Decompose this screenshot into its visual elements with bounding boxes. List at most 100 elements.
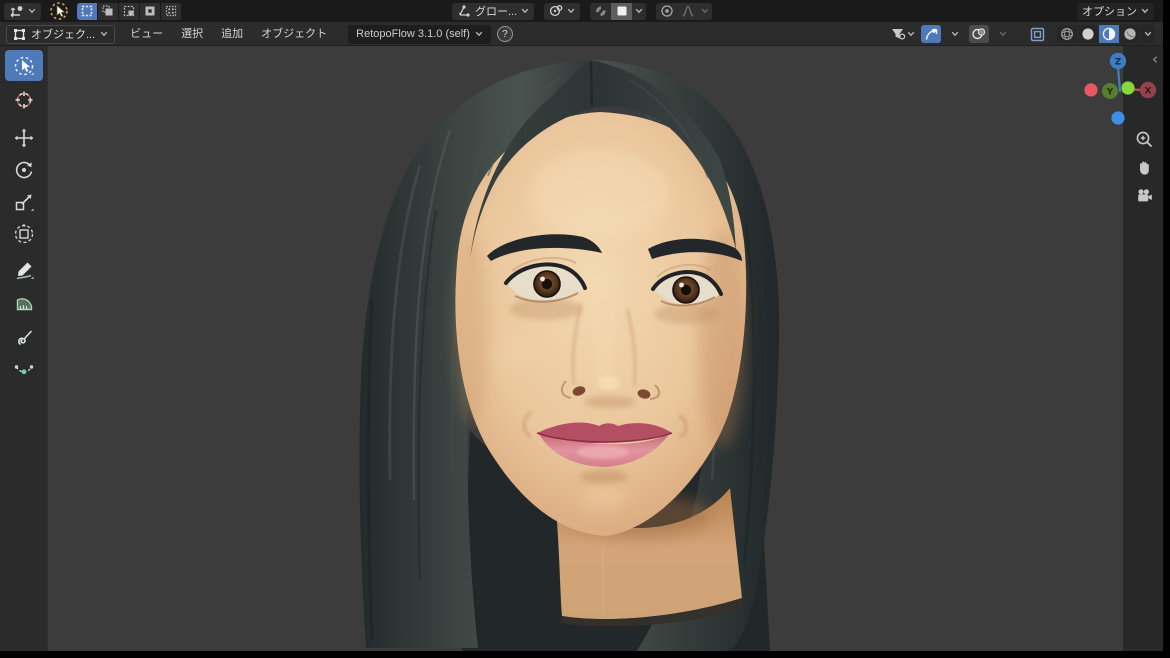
gizmo-ball-x-neg[interactable] bbox=[1084, 83, 1097, 96]
proportional-toggle-button[interactable] bbox=[656, 3, 677, 20]
proportional-editing-group bbox=[656, 3, 712, 20]
xray-toggle[interactable] bbox=[1027, 25, 1047, 43]
object-visibility-dropdown[interactable] bbox=[888, 25, 917, 43]
options-dropdown[interactable]: オプション bbox=[1077, 3, 1154, 20]
tool-shelf bbox=[0, 46, 48, 651]
select-mode-invert[interactable] bbox=[140, 3, 160, 20]
magnet-icon bbox=[594, 4, 608, 18]
pivot-point-icon bbox=[549, 4, 563, 18]
viewport-header: オブジェク... ビュー 選択 追加 オブジェクト RetopoFlow 3.1… bbox=[0, 22, 1163, 46]
mode-label: オブジェク... bbox=[31, 26, 95, 42]
snap-target-button[interactable] bbox=[611, 3, 632, 20]
gizmo-axis-z-pos[interactable]: Z bbox=[1110, 53, 1126, 69]
snap-dropdown[interactable] bbox=[632, 3, 646, 20]
chevron-down-icon bbox=[1144, 31, 1152, 37]
shading-solid-button[interactable] bbox=[1078, 25, 1098, 43]
tool-select-box[interactable] bbox=[5, 50, 43, 81]
gizmo-icon bbox=[924, 27, 939, 42]
chevron-down-icon bbox=[475, 31, 483, 37]
shading-material-preview-button[interactable] bbox=[1099, 25, 1119, 43]
material-preview-shading-icon bbox=[1102, 27, 1116, 41]
topbar: グロー... bbox=[0, 0, 1163, 22]
camera-icon bbox=[1135, 187, 1153, 205]
chevron-down-icon bbox=[100, 31, 108, 37]
retopoflow-label: RetopoFlow 3.1.0 (self) bbox=[356, 28, 470, 40]
solid-shading-icon bbox=[1081, 27, 1095, 41]
rotate-tool-icon bbox=[13, 159, 35, 181]
select-extend-icon bbox=[102, 5, 114, 17]
gizmo-ball-y-front[interactable] bbox=[1121, 81, 1134, 94]
editor-type-selector[interactable] bbox=[4, 3, 41, 20]
object-mode-icon bbox=[13, 28, 26, 41]
gizmo-axis-x-pos[interactable]: X bbox=[1140, 82, 1156, 98]
shading-wireframe-button[interactable] bbox=[1057, 25, 1077, 43]
tool-rotate[interactable] bbox=[5, 154, 43, 185]
tool-cursor[interactable] bbox=[5, 84, 43, 115]
gizmo-ball-z-neg[interactable] bbox=[1111, 111, 1124, 124]
editor-type-icon bbox=[9, 5, 24, 18]
select-mode-subtract[interactable] bbox=[119, 3, 139, 20]
rendered-shading-icon bbox=[1123, 27, 1137, 41]
select-invert-icon bbox=[144, 5, 156, 17]
cursor-tool-icon bbox=[13, 89, 35, 111]
overlays-dropdown[interactable] bbox=[993, 25, 1013, 43]
snap-group bbox=[590, 3, 646, 20]
chevron-down-icon bbox=[28, 8, 36, 14]
select-mode-set[interactable] bbox=[77, 3, 97, 20]
svg-text:X: X bbox=[1145, 86, 1152, 96]
svg-text:Z: Z bbox=[1115, 57, 1122, 67]
tool-measure[interactable] bbox=[5, 286, 43, 317]
overlays-toggle[interactable] bbox=[969, 25, 989, 43]
pan-button[interactable] bbox=[1131, 154, 1157, 180]
retopoflow-help-button[interactable]: ? bbox=[497, 26, 513, 42]
select-mode-extend[interactable] bbox=[98, 3, 118, 20]
mode-selector-dropdown[interactable]: オブジェク... bbox=[6, 25, 115, 44]
zoom-icon bbox=[1135, 130, 1153, 148]
select-intersect-icon bbox=[165, 5, 177, 17]
hand-icon bbox=[1135, 158, 1153, 176]
menu-view[interactable]: ビュー bbox=[121, 22, 172, 46]
tool-scale[interactable] bbox=[5, 186, 43, 217]
viewport-canvas[interactable] bbox=[48, 46, 1163, 651]
menu-select[interactable]: 選択 bbox=[172, 22, 212, 46]
svg-text:Y: Y bbox=[1106, 87, 1114, 97]
chevron-down-icon bbox=[635, 8, 643, 14]
proportional-falloff-button[interactable] bbox=[677, 3, 698, 20]
orientation-global-icon bbox=[457, 4, 471, 18]
proportional-dropdown[interactable] bbox=[698, 3, 712, 20]
transform-orientation-dropdown[interactable]: グロー... bbox=[452, 3, 534, 20]
move-tool-icon bbox=[13, 127, 35, 149]
tool-transform[interactable] bbox=[5, 218, 43, 249]
annotate-tool-icon bbox=[13, 259, 35, 281]
retopoflow-dropdown[interactable]: RetopoFlow 3.1.0 (self) bbox=[348, 25, 491, 44]
chevron-down-icon bbox=[907, 31, 915, 37]
gizmos-dropdown[interactable] bbox=[945, 25, 965, 43]
active-tool-indicator[interactable] bbox=[49, 1, 69, 21]
tool-retopoflow-curve[interactable] bbox=[5, 354, 43, 385]
select-subtract-icon bbox=[123, 5, 135, 17]
gizmos-toggle[interactable] bbox=[921, 25, 941, 43]
shading-rendered-button[interactable] bbox=[1120, 25, 1140, 43]
transform-tool-icon bbox=[13, 223, 35, 245]
menu-add[interactable]: 追加 bbox=[212, 22, 252, 46]
select-mode-intersect[interactable] bbox=[161, 3, 181, 20]
menu-object[interactable]: オブジェクト bbox=[252, 22, 336, 46]
tool-annotate[interactable] bbox=[5, 254, 43, 285]
tool-retopoflow-brush[interactable] bbox=[5, 322, 43, 353]
camera-view-button[interactable] bbox=[1131, 183, 1157, 209]
shading-dropdown[interactable] bbox=[1141, 25, 1155, 43]
retopoflow-brush-icon bbox=[13, 327, 35, 349]
snap-toggle-button[interactable] bbox=[590, 3, 611, 20]
options-label: オプション bbox=[1082, 3, 1137, 19]
tool-move[interactable] bbox=[5, 122, 43, 153]
blender-window: グロー... bbox=[0, 0, 1170, 658]
pivot-point-dropdown[interactable] bbox=[544, 3, 580, 20]
select-mode-group bbox=[77, 3, 181, 20]
zoom-button[interactable] bbox=[1131, 126, 1157, 152]
snap-increment-icon bbox=[616, 5, 628, 17]
chevron-down-icon bbox=[951, 31, 959, 37]
select-box-tool-icon bbox=[13, 55, 35, 77]
navigation-gizmo[interactable]: Z Y X bbox=[1078, 52, 1164, 134]
gizmo-axis-y-pos[interactable]: Y bbox=[1102, 83, 1118, 99]
overlays-icon bbox=[971, 27, 987, 41]
